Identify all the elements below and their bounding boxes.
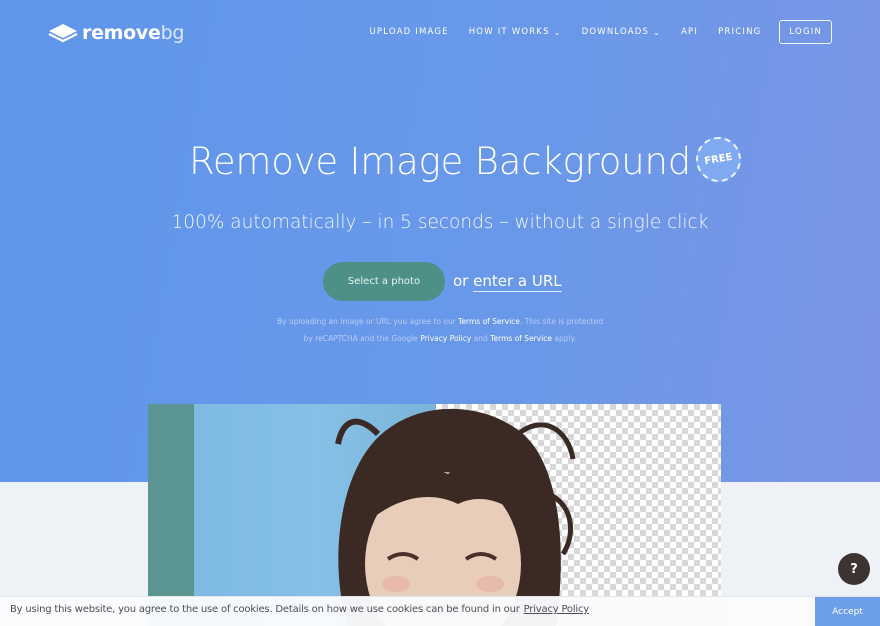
chevron-down-icon: ⌄	[653, 27, 662, 37]
removebg-logo[interactable]: removebg	[48, 22, 184, 44]
logo-wordmark: removebg	[82, 22, 185, 44]
legal-text: apply.	[554, 334, 577, 343]
child-portrait-illustration	[335, 408, 576, 626]
cookie-privacy-link[interactable]: Privacy Policy	[524, 604, 590, 615]
enter-url-link[interactable]: enter a URL	[473, 272, 562, 292]
page-title: Remove Image Background	[189, 140, 691, 183]
hero-subtitle: 100% automatically – in 5 seconds – with…	[171, 212, 709, 233]
demo-image	[148, 404, 721, 626]
nav-upload-image[interactable]: UPLOAD IMAGE	[369, 27, 448, 37]
nav-api[interactable]: API	[681, 27, 698, 37]
chevron-down-icon: ⌄	[553, 27, 562, 37]
cookie-message: By using this website, you agree to the …	[10, 604, 589, 615]
cookie-text: By using this website, you agree to the …	[10, 604, 520, 615]
url-option: or enter a URL	[453, 272, 562, 292]
or-label: or	[453, 272, 469, 290]
layers-logo-icon	[48, 24, 78, 43]
legal-text: and	[473, 334, 488, 343]
terms-of-service-link-2[interactable]: Terms of Service	[490, 334, 552, 343]
privacy-policy-link[interactable]: Privacy Policy	[420, 334, 471, 343]
accept-cookies-button[interactable]: Accept	[815, 597, 880, 626]
nav-downloads[interactable]: DOWNLOADS ⌄	[582, 27, 661, 37]
select-photo-button[interactable]: Select a photo	[323, 262, 445, 301]
legal-text: . This site is protected	[519, 317, 603, 326]
help-button[interactable]: ?	[838, 553, 870, 585]
nav-pricing[interactable]: PRICING	[718, 27, 761, 37]
nav-how-it-works[interactable]: HOW IT WORKS ⌄	[469, 27, 562, 37]
legal-notice: By uploading an image or URL you agree t…	[0, 313, 880, 347]
login-button[interactable]: LOGIN	[779, 20, 832, 44]
main-nav: UPLOAD IMAGE HOW IT WORKS ⌄ DOWNLOADS ⌄ AP…	[349, 20, 832, 44]
legal-text: by reCAPTCHA and the Google	[303, 334, 418, 343]
cookie-banner: By using this website, you agree to the …	[0, 596, 880, 626]
legal-text: By uploading an image or URL you agree t…	[277, 317, 456, 326]
terms-of-service-link[interactable]: Terms of Service	[458, 317, 520, 326]
